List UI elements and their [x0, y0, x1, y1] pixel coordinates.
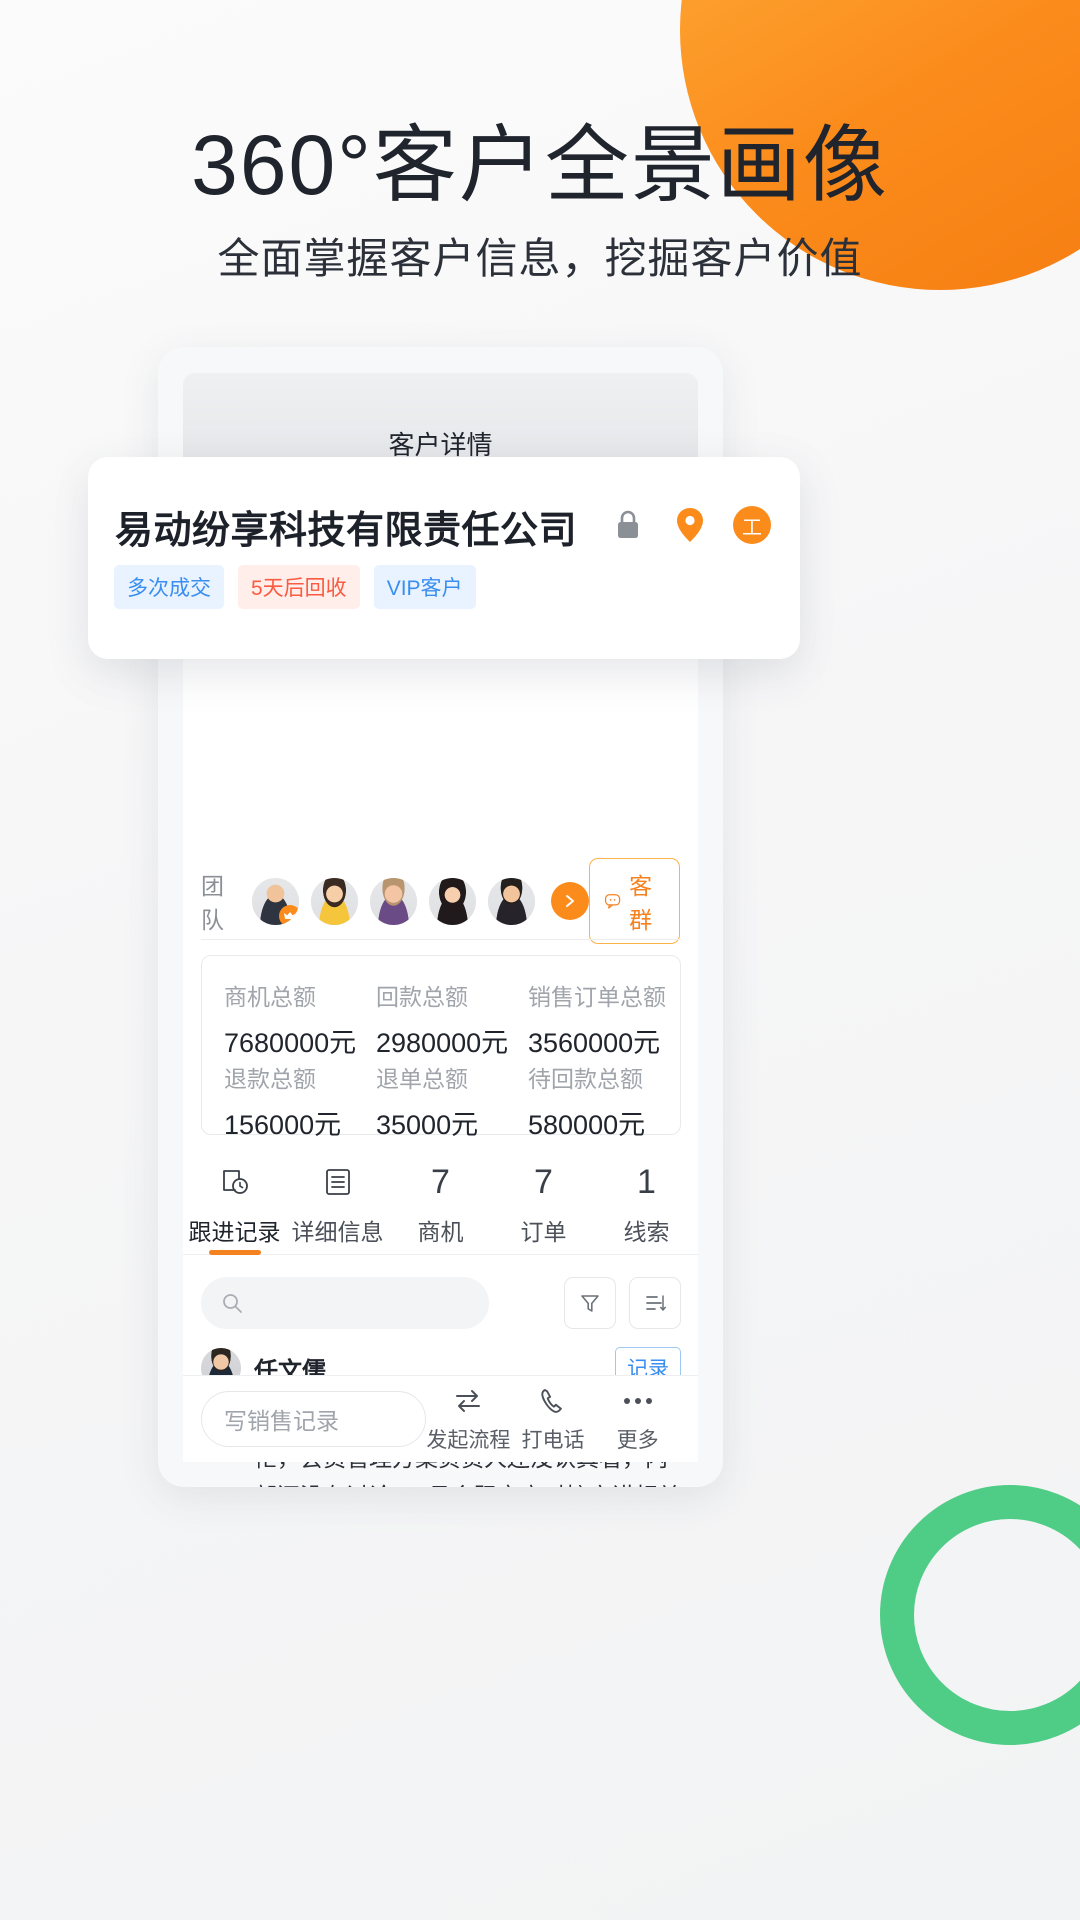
stat-key: 退单总额	[376, 1066, 468, 1092]
stat-value: 3560000元	[528, 1028, 661, 1058]
page-title: 360°客户全景画像	[191, 118, 889, 212]
stat-key: 退款总额	[224, 1066, 316, 1092]
write-record-input[interactable]: 写销售记录	[201, 1391, 426, 1447]
active-tab-indicator	[208, 1250, 261, 1255]
search-toolbar	[201, 1277, 681, 1329]
stat-key: 销售订单总额	[528, 984, 666, 1010]
tab-label: 订单	[520, 1219, 567, 1245]
stats-grid: 商机总额 7680000元 回款总额 2980000元 销售订单总额 35600…	[201, 955, 681, 1140]
filter-icon	[579, 1292, 601, 1314]
team-label: 团队	[201, 873, 224, 933]
crown-icon	[278, 904, 299, 925]
chat-icon	[604, 894, 621, 909]
sort-icon	[644, 1292, 666, 1314]
tag-list: 多次成交 5天后回收 VIP客户	[114, 565, 476, 609]
stat-item: 退款总额 156000元	[224, 1060, 376, 1142]
button-label: 发起流程	[426, 1428, 511, 1452]
more-button[interactable]: 更多	[595, 1385, 680, 1454]
avatar[interactable]	[251, 877, 299, 925]
call-button[interactable]: 打电话	[511, 1385, 596, 1454]
avatar[interactable]	[310, 877, 358, 925]
stat-key: 待回款总额	[528, 1066, 643, 1092]
button-label: 更多	[616, 1428, 659, 1452]
stat-item: 回款总额 2980000元	[376, 978, 528, 1060]
lock-icon[interactable]	[608, 505, 648, 545]
tag-vip[interactable]: VIP客户	[373, 565, 476, 609]
team-row: 团队 客群	[183, 858, 698, 944]
tag-recycle-days[interactable]: 5天后回收	[238, 565, 360, 609]
avatar[interactable]	[487, 877, 535, 925]
customer-group-label: 客群	[629, 873, 653, 933]
card-icon-group: 工	[608, 505, 772, 545]
stat-item: 销售订单总额 3560000元	[528, 978, 680, 1060]
industry-badge-icon[interactable]: 工	[732, 505, 772, 545]
stat-value: 35000元	[376, 1110, 479, 1140]
chevron-right-icon[interactable]	[550, 882, 589, 920]
stat-value: 2980000元	[376, 1028, 509, 1058]
page-subtitle: 全面掌握客户信息，挖掘客户价值	[217, 235, 863, 282]
customer-summary-card: 易动纷享科技有限责任公司 工 多次成交 5天后回收 VIP客户	[88, 457, 800, 659]
button-label: 打电话	[521, 1428, 585, 1452]
industry-badge-text: 工	[733, 506, 771, 544]
stat-item: 待回款总额 580000元	[528, 1060, 680, 1142]
stat-item: 商机总额 7680000元	[224, 978, 376, 1060]
stat-key: 商机总额	[224, 984, 316, 1010]
bottom-action-bar: 写销售记录 发起流程 打电话 更多	[183, 1375, 698, 1462]
stat-value: 7680000元	[224, 1028, 357, 1058]
sort-button[interactable]	[629, 1277, 681, 1329]
phone-icon	[539, 1385, 567, 1417]
stat-value: 580000元	[528, 1110, 646, 1140]
start-flow-button[interactable]: 发起流程	[426, 1385, 511, 1454]
clock-doc-icon	[220, 1161, 250, 1203]
avatar[interactable]	[369, 877, 417, 925]
search-icon	[221, 1292, 243, 1314]
tab-label: 商机	[417, 1219, 464, 1245]
location-pin-icon[interactable]	[670, 505, 710, 545]
green-decorative-ring	[880, 1485, 1080, 1745]
tab-count: 7	[534, 1162, 553, 1201]
tab-bar: 跟进记录 详细信息 7 商机 7 订单 1 线索	[183, 1147, 698, 1255]
customer-group-button[interactable]: 客群	[588, 858, 680, 944]
tab-label: 跟进记录	[188, 1219, 281, 1245]
tab-follow-records[interactable]: 跟进记录	[183, 1147, 286, 1255]
search-input[interactable]	[201, 1277, 489, 1329]
tab-detail-info[interactable]: 详细信息	[286, 1147, 389, 1254]
list-doc-icon	[324, 1161, 352, 1203]
tab-label: 线索	[623, 1219, 670, 1245]
customer-name: 易动纷享科技有限责任公司	[115, 510, 578, 552]
tab-opportunities[interactable]: 7 商机	[389, 1147, 492, 1254]
tab-count: 1	[637, 1162, 656, 1201]
filter-button[interactable]	[564, 1277, 616, 1329]
tab-leads[interactable]: 1 线索	[595, 1147, 698, 1254]
stat-item: 退单总额 35000元	[376, 1060, 528, 1142]
more-dots-icon	[623, 1385, 653, 1417]
tag-repeat-deal[interactable]: 多次成交	[114, 565, 224, 609]
tab-label: 详细信息	[291, 1219, 384, 1245]
tab-count: 7	[431, 1162, 450, 1201]
tab-orders[interactable]: 7 订单	[492, 1147, 595, 1254]
stat-value: 156000元	[224, 1110, 342, 1140]
stat-key: 回款总额	[376, 984, 468, 1010]
avatar[interactable]	[428, 877, 476, 925]
divider	[201, 939, 681, 940]
flow-icon	[453, 1385, 483, 1417]
